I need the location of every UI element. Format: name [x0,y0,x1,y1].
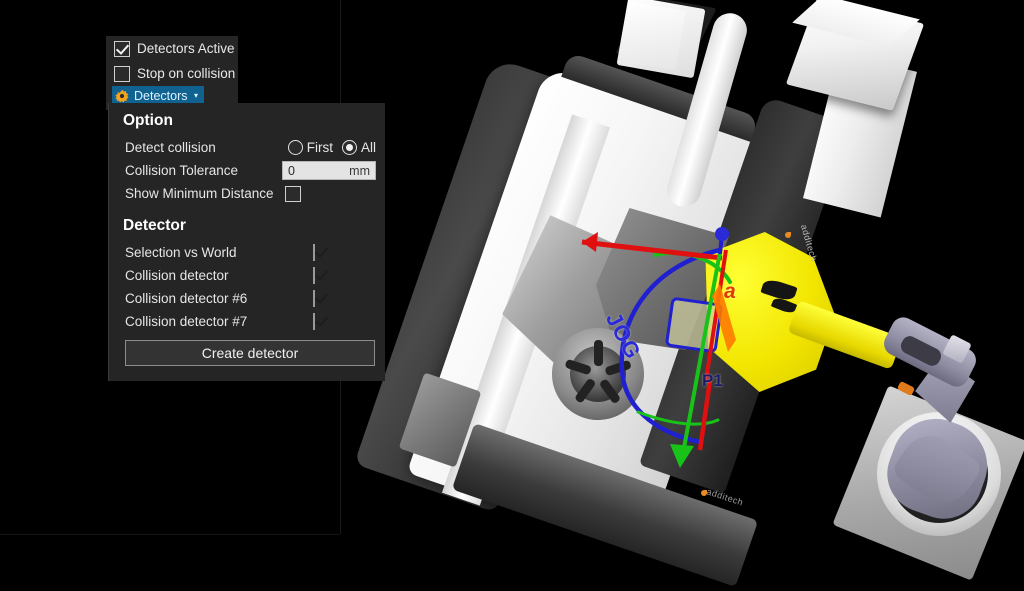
collision-tolerance-input[interactable]: 0 mm [282,161,376,180]
detect-collision-label: Detect collision [125,140,216,155]
machine-brand-mark [785,232,791,238]
viewport-divider-horizontal [0,534,340,535]
collision-tolerance-value: 0 [288,163,295,178]
stop-on-collision-row[interactable]: Stop on collision [106,61,238,86]
detect-collision-radio-first[interactable]: First [287,140,333,155]
detectors-active-label: Detectors Active [137,41,235,56]
detectors-active-row[interactable]: Detectors Active [106,36,238,61]
radio-first-label: First [306,140,333,155]
detector-row-collision-detector-6: Collision detector #6 [109,287,385,310]
stop-on-collision-label: Stop on collision [137,66,236,81]
radio-all-label: All [360,140,376,155]
gear-icon [115,89,129,103]
detector-options-panel: Option Detect collision First All Collis… [108,103,385,381]
collision-tolerance-unit: mm [349,163,370,178]
detectors-active-checkbox[interactable] [114,40,130,57]
detector-row-collision-detector: Collision detector [109,264,385,287]
detector-checkbox[interactable] [313,313,315,330]
detector-label: Collision detector #6 [125,291,248,306]
selected-object-highlight[interactable] [664,296,724,354]
stop-on-collision-checkbox[interactable] [114,65,130,82]
show-minimum-distance-row: Show Minimum Distance [109,182,385,205]
show-minimum-distance-checkbox[interactable] [285,185,301,202]
radio-first-dot[interactable] [287,140,303,155]
detector-label: Selection vs World [125,245,237,260]
detect-collision-row: Detect collision First All [109,136,385,159]
option-section-heading: Option [123,112,173,129]
detect-collision-radio-group[interactable]: First All [287,140,385,155]
detector-label: Collision detector [125,268,229,283]
chevron-down-icon: ▾ [193,90,198,100]
detector-checkbox[interactable] [313,244,315,261]
detector-row-collision-detector-7: Collision detector #7 [109,310,385,333]
detector-label: Collision detector #7 [125,314,248,329]
detector-checkbox[interactable] [313,290,315,307]
machine-spindle-head-face [620,1,686,71]
radio-all-dot[interactable] [341,140,357,155]
machine-brand-mark [701,490,707,496]
show-minimum-distance-label: Show Minimum Distance [125,186,274,201]
detect-collision-radio-all[interactable]: All [341,140,376,155]
app-root: JOG P1 a additech additech Detectors Act… [0,0,1024,591]
detector-checkbox[interactable] [313,267,315,284]
detector-section-heading: Detector [123,217,186,234]
collision-tolerance-label: Collision Tolerance [125,163,239,178]
detectors-dropdown-label: Detectors [134,88,188,103]
detectors-toolbar-panel: Detectors Active Stop on collision Detec… [106,36,238,110]
collision-tolerance-row: Collision Tolerance 0 mm [109,159,385,182]
create-detector-button[interactable]: Create detector [125,340,375,366]
chuck-jaw [594,340,603,366]
detector-row-selection-vs-world: Selection vs World [109,241,385,264]
